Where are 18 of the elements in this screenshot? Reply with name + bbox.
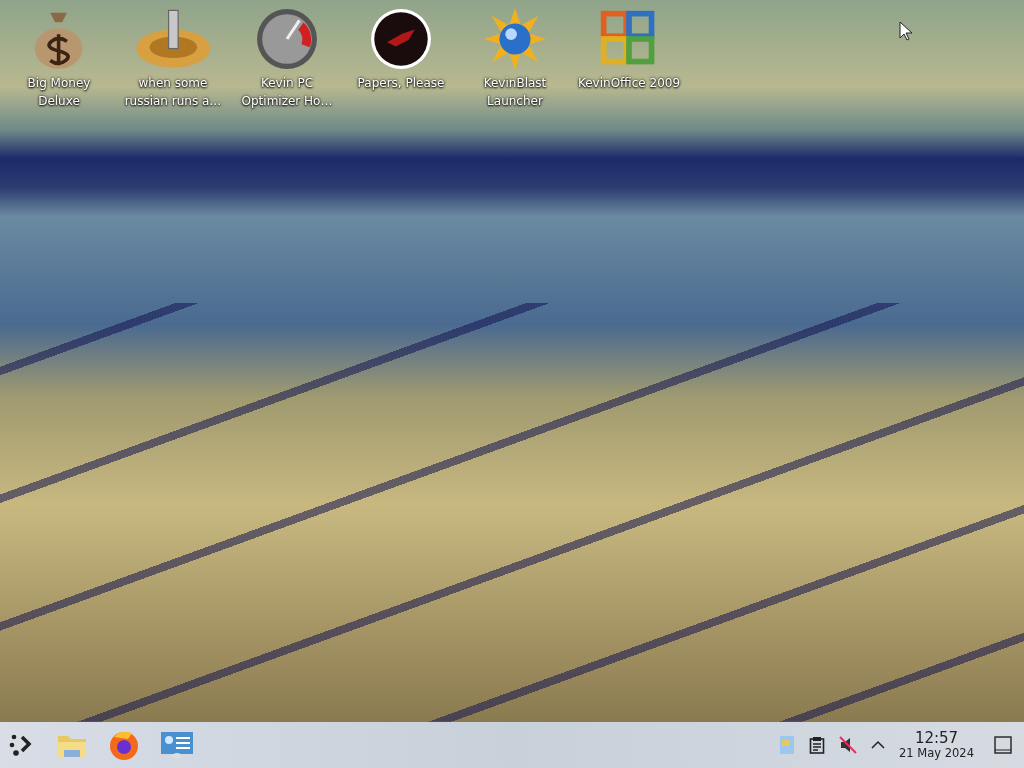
desktop-icon-label[interactable]: when some russian runs a… — [121, 74, 225, 110]
clock-date[interactable]: 21 May 2024 — [899, 747, 974, 760]
sun-globe-icon[interactable] — [484, 8, 546, 70]
system-settings-icon[interactable] — [160, 730, 194, 760]
desktop-icon-label[interactable]: KevinBlast Launcher — [463, 74, 567, 110]
show-desktop-icon[interactable] — [994, 736, 1012, 754]
mouse-cursor-icon — [899, 21, 913, 41]
muted-speaker-icon[interactable] — [839, 736, 857, 754]
browser-icon[interactable] — [108, 729, 140, 761]
clipboard-icon[interactable] — [809, 736, 825, 754]
emblem-icon[interactable] — [370, 8, 432, 70]
desktop-icon-label[interactable]: Big Money Deluxe — [7, 74, 111, 110]
gauge-icon[interactable] — [256, 8, 318, 70]
desktop-icon-label[interactable]: Kevin PC Optimizer Ho… — [235, 74, 339, 110]
clock-time[interactable]: 12:57 — [914, 730, 959, 746]
chevron-up-icon[interactable] — [871, 740, 885, 750]
desktop-icon-label[interactable]: KevinOffice 2009 — [577, 74, 681, 92]
desktop-icon-label[interactable]: Papers, Please — [349, 74, 453, 92]
